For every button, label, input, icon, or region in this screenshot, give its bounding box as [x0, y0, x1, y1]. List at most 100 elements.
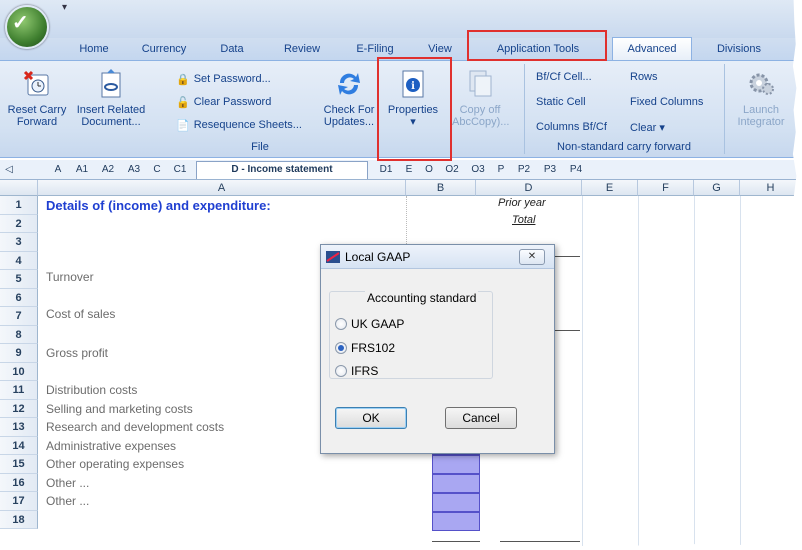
select-all-corner[interactable] — [0, 180, 38, 196]
sheet-tab-a3[interactable]: A3 — [122, 162, 146, 178]
cell-total[interactable]: Total — [512, 214, 535, 226]
check-updates-label-1: Check For — [323, 104, 375, 116]
insert-related-document-button[interactable]: Insert Related Document... — [66, 64, 156, 140]
radio-ifrs[interactable]: IFRS — [335, 364, 378, 378]
cell-other-1[interactable]: Other ... — [46, 476, 89, 490]
column-header-g[interactable]: G — [694, 180, 740, 196]
reset-carry-forward-button[interactable]: Reset Carry Forward — [4, 64, 70, 140]
fixed-columns-label: Fixed Columns — [630, 96, 704, 108]
column-header-a[interactable]: A — [38, 180, 406, 196]
sheet-tab-d-income-statement[interactable]: D - Income statement — [196, 161, 368, 179]
rows-label: Rows — [630, 71, 658, 83]
column-header-h[interactable]: H — [740, 180, 802, 196]
radio-button[interactable] — [335, 365, 347, 377]
sheet-tab-p[interactable]: P — [492, 162, 510, 178]
row-header[interactable]: 18 — [0, 510, 38, 529]
column-header-e[interactable]: E — [582, 180, 638, 196]
radio-button-selected[interactable] — [335, 342, 347, 354]
rows-button[interactable]: Rows — [630, 68, 658, 86]
row-header[interactable]: 2 — [0, 214, 38, 233]
cell-turnover[interactable]: Turnover — [46, 270, 94, 284]
total-line — [500, 541, 580, 542]
static-cell-button[interactable]: Static Cell — [536, 93, 586, 111]
cell-title[interactable]: Details of (income) and expenditure: — [46, 198, 271, 213]
quick-access-dropdown-icon[interactable]: ▾ — [62, 2, 67, 13]
fixed-columns-button[interactable]: Fixed Columns — [630, 93, 703, 111]
column-header-b[interactable]: B — [406, 180, 476, 196]
row-header[interactable]: 3 — [0, 233, 38, 252]
sheet-tab-p3[interactable]: P3 — [538, 162, 562, 178]
row-header[interactable]: 8 — [0, 325, 38, 344]
column-header-d[interactable]: D — [476, 180, 582, 196]
cell-prior-year[interactable]: Prior year — [498, 197, 546, 209]
columns-bfcf-button[interactable]: Columns Bf/Cf — [536, 118, 607, 136]
launch-integrator-button[interactable]: Launch Integrator — [730, 64, 792, 140]
sheet-tab-o3[interactable]: O3 — [466, 162, 490, 178]
sheet-tab-a[interactable]: A — [48, 162, 68, 178]
row-header[interactable]: 13 — [0, 418, 38, 437]
tab-home[interactable]: Home — [68, 38, 120, 60]
input-cell[interactable] — [432, 493, 480, 512]
row-header[interactable]: 1 — [0, 196, 38, 215]
dialog-title: Local GAAP — [345, 250, 411, 264]
sheet-tab-o2[interactable]: O2 — [440, 162, 464, 178]
tab-data[interactable]: Data — [212, 38, 252, 60]
row-header[interactable]: 6 — [0, 288, 38, 307]
cell-administrative[interactable]: Administrative expenses — [46, 439, 176, 453]
tab-review[interactable]: Review — [276, 38, 328, 60]
check-updates-label-2: Updates... — [323, 116, 375, 128]
cancel-button[interactable]: Cancel — [445, 407, 517, 429]
sheet-tab-e[interactable]: E — [400, 162, 418, 178]
cell-gross-profit[interactable]: Gross profit — [46, 346, 108, 360]
copy-off-button[interactable]: Copy off AbcCopy)... — [452, 64, 509, 140]
row-header[interactable]: 15 — [0, 455, 38, 474]
column-header-f[interactable]: F — [638, 180, 694, 196]
cell-selling-marketing[interactable]: Selling and marketing costs — [46, 402, 193, 416]
cell-other-2[interactable]: Other ... — [46, 494, 89, 508]
row-header[interactable]: 10 — [0, 362, 38, 381]
gridline — [582, 196, 583, 546]
sheet-tab-c[interactable]: C — [148, 162, 166, 178]
radio-uk-gaap[interactable]: UK GAAP — [335, 317, 404, 331]
cell-cost-of-sales[interactable]: Cost of sales — [46, 307, 115, 321]
row-header[interactable]: 5 — [0, 270, 38, 289]
clear-button[interactable]: Clear ▾ — [630, 118, 665, 136]
gridline — [740, 196, 741, 546]
input-cell[interactable] — [432, 455, 480, 474]
gridline — [638, 196, 639, 546]
ok-button[interactable]: OK — [335, 407, 407, 429]
set-password-button[interactable]: 🔒 Set Password... — [176, 70, 271, 88]
bfcf-cell-button[interactable]: Bf/Cf Cell... — [536, 68, 592, 86]
sheet-tab-a2[interactable]: A2 — [96, 162, 120, 178]
tab-advanced[interactable]: Advanced — [612, 37, 692, 61]
sheet-tab-o[interactable]: O — [420, 162, 438, 178]
input-cell[interactable] — [432, 512, 480, 531]
resequence-sheets-button[interactable]: 📄 Resequence Sheets... — [176, 116, 302, 134]
application-logo-icon: ✓ — [12, 12, 29, 34]
row-header[interactable]: 11 — [0, 381, 38, 400]
radio-button[interactable] — [335, 318, 347, 330]
row-header[interactable]: 7 — [0, 307, 38, 326]
sheet-tab-c1[interactable]: C1 — [168, 162, 192, 178]
row-header[interactable]: 14 — [0, 436, 38, 455]
cell-distribution-costs[interactable]: Distribution costs — [46, 383, 137, 397]
cell-research-development[interactable]: Research and development costs — [46, 420, 224, 434]
sheet-tab-p2[interactable]: P2 — [512, 162, 536, 178]
clear-password-button[interactable]: 🔓 Clear Password — [176, 93, 271, 111]
radio-frs102[interactable]: FRS102 — [335, 341, 395, 355]
input-cell[interactable] — [432, 474, 480, 493]
tab-divisions[interactable]: Divisions — [704, 38, 774, 60]
row-header[interactable]: 12 — [0, 399, 38, 418]
sheet-tab-d1[interactable]: D1 — [374, 162, 398, 178]
row-header[interactable]: 16 — [0, 473, 38, 492]
row-header[interactable]: 4 — [0, 251, 38, 270]
tab-currency[interactable]: Currency — [135, 38, 193, 60]
dialog-close-button[interactable]: ✕ — [519, 249, 545, 265]
row-header[interactable]: 17 — [0, 492, 38, 511]
cell-other-operating[interactable]: Other operating expenses — [46, 457, 184, 471]
sheet-tab-p4[interactable]: P4 — [564, 162, 588, 178]
check-for-updates-button[interactable]: Check For Updates... — [320, 64, 378, 140]
sheet-tab-a1[interactable]: A1 — [70, 162, 94, 178]
row-header[interactable]: 9 — [0, 344, 38, 363]
sheet-scroll-left-icon[interactable]: ◁ — [2, 162, 16, 178]
